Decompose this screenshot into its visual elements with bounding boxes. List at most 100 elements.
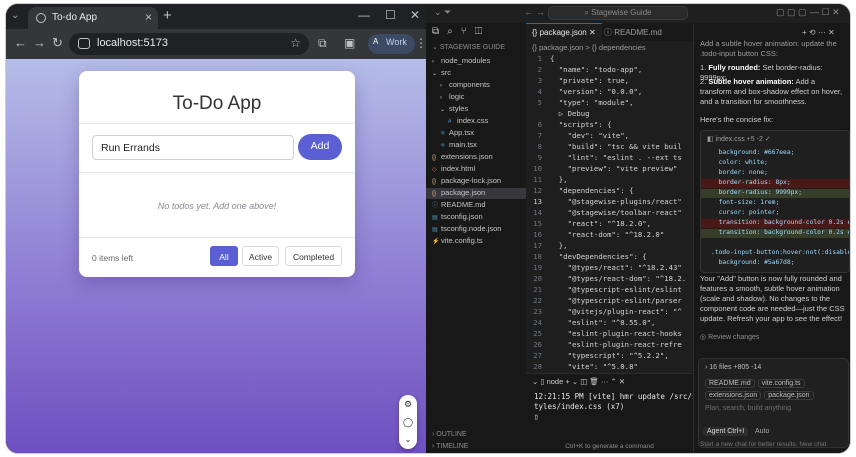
terminal-output[interactable]: 12:21:15 PM [vite] hmr update /src/s tyl… bbox=[534, 392, 697, 422]
tree-item[interactable]: ⚛ main.tsx bbox=[440, 140, 477, 151]
timeline-section[interactable]: › TIMELINE bbox=[432, 443, 468, 450]
code-line[interactable]: 4 "version": "0.0.0", bbox=[526, 87, 693, 98]
todo-input[interactable] bbox=[92, 135, 294, 160]
tree-item[interactable]: ⌄ styles bbox=[440, 104, 468, 115]
terminal-header[interactable]: ⌄ ▯ node + ⌄ ◫ 🗑 ··· ⌃ ✕ bbox=[532, 377, 625, 386]
filter-active-button[interactable]: Active bbox=[242, 246, 279, 266]
menu-icon[interactable]: ⌄ ⏷ bbox=[434, 7, 451, 18]
site-info-icon[interactable] bbox=[78, 38, 90, 49]
explorer-heading[interactable]: ⌄ STAGEWISE GUIDE bbox=[432, 43, 505, 51]
back-icon[interactable]: ← bbox=[14, 35, 27, 50]
code-line[interactable]: 5 "type": "module", bbox=[526, 98, 693, 109]
explorer-toolbar-icons[interactable]: ⧉⌕⑂◫ bbox=[432, 26, 490, 37]
line-number: 21 bbox=[533, 285, 542, 294]
nav-back-icon[interactable]: ← bbox=[524, 7, 533, 17]
new-chat-hint[interactable]: Start a new chat for better results. New… bbox=[700, 441, 826, 448]
code-line[interactable]: 17 }, bbox=[526, 241, 693, 252]
code-line[interactable]: 22 "@typescript-eslint/parser bbox=[526, 296, 693, 307]
maximize-icon[interactable]: ☐ bbox=[385, 8, 396, 22]
code-line[interactable]: 27 "typescript": "^5.2.2", bbox=[526, 351, 693, 362]
code-line[interactable]: 7 "dev": "vite", bbox=[526, 131, 693, 142]
code-line[interactable]: 9 "lint": "eslint . --ext ts bbox=[526, 153, 693, 164]
browser-tab[interactable]: To-do App × bbox=[28, 7, 158, 29]
agent-mode-selector[interactable]: Agent Ctrl+I bbox=[703, 427, 749, 436]
filter-all-button[interactable]: All bbox=[210, 246, 238, 266]
tree-item[interactable]: # index.css bbox=[448, 116, 488, 127]
nav-forward-icon[interactable]: → bbox=[536, 7, 545, 17]
code-line[interactable]: 2 "name": "todo-app", bbox=[526, 65, 693, 76]
tree-item[interactable]: {} extensions.json bbox=[432, 152, 493, 163]
tree-item[interactable]: ⚡ vite.config.ts bbox=[432, 236, 483, 247]
code-line[interactable]: 19 "@types/react": "^18.2.43" bbox=[526, 263, 693, 274]
context-chip[interactable]: README.md bbox=[705, 379, 755, 388]
code-line[interactable]: 16 "react-dom": "^18.2.0" bbox=[526, 230, 693, 241]
changed-files-summary[interactable]: › 16 files +805 -14 bbox=[705, 364, 761, 371]
filter-completed-button[interactable]: Completed bbox=[285, 246, 342, 266]
code-line[interactable]: 12 "dependencies": { bbox=[526, 186, 693, 197]
context-chip[interactable]: package.json bbox=[764, 391, 814, 400]
code-line[interactable]: 10 "preview": "vite preview" bbox=[526, 164, 693, 175]
tree-item[interactable]: ⚛ App.tsx bbox=[440, 128, 474, 139]
profile-button[interactable]: Work bbox=[368, 34, 415, 54]
chevron-down-icon[interactable]: ⌄ bbox=[399, 434, 417, 445]
tree-item[interactable]: ⓘ README.md bbox=[432, 200, 486, 211]
window-close-icon[interactable]: ✕ bbox=[410, 8, 420, 22]
code-line[interactable]: 28 "vite": "^5.0.8" bbox=[526, 362, 693, 373]
reload-icon[interactable]: ↻ bbox=[52, 35, 63, 51]
forward-icon[interactable]: → bbox=[33, 35, 46, 50]
diff-block[interactable]: ◧ index.css +5 -2 ✓ background: #667eea;… bbox=[700, 130, 850, 273]
tree-item-selected[interactable]: {} package.json bbox=[426, 188, 526, 199]
code-line[interactable]: 15 "react": "^18.2.0", bbox=[526, 219, 693, 230]
chat-input[interactable]: Plan, search, build anything bbox=[705, 405, 791, 412]
code-line[interactable]: 18 "devDependencies": { bbox=[526, 252, 693, 263]
address-bar[interactable]: localhost:5173 ☆ bbox=[69, 33, 309, 55]
new-tab-icon[interactable]: + bbox=[163, 7, 172, 24]
chat-bubble-icon[interactable]: ◯ bbox=[399, 417, 417, 428]
close-tab-icon[interactable]: × bbox=[145, 10, 152, 24]
code-line[interactable]: 3 "private": true, bbox=[526, 76, 693, 87]
chevron-right-icon: › bbox=[432, 59, 434, 65]
tab-package-json[interactable]: {} package.json ✕ bbox=[526, 23, 602, 41]
code-line[interactable]: ▷ Debug bbox=[526, 109, 693, 120]
line-number: 4 bbox=[537, 87, 542, 96]
context-chip[interactable]: extensions.json bbox=[705, 391, 762, 400]
layout-icon[interactable]: ▢ ▢ ▢ bbox=[776, 7, 807, 18]
chat-header-actions[interactable]: + ⟲ ··· ✕ bbox=[802, 28, 835, 37]
review-changes-link[interactable]: ◎ Review changes bbox=[700, 333, 759, 341]
tree-item[interactable]: {} package-lock.json bbox=[432, 176, 501, 187]
code-line[interactable]: 26 "eslint-plugin-react-refre bbox=[526, 340, 693, 351]
bookmark-star-icon[interactable]: ☆ bbox=[290, 36, 301, 50]
model-selector[interactable]: Auto bbox=[755, 428, 769, 435]
editor-window-controls-icon[interactable]: — ☐ ✕ bbox=[810, 7, 840, 18]
breadcrumb[interactable]: {} package.json > {} dependencies bbox=[532, 43, 646, 52]
minimize-icon[interactable]: — bbox=[358, 8, 370, 22]
context-chip[interactable]: vite.config.ts bbox=[757, 379, 805, 388]
tree-item[interactable]: ▤ tsconfig.json bbox=[432, 212, 483, 223]
code-line[interactable]: 6 "scripts": { bbox=[526, 120, 693, 131]
tree-item[interactable]: ▤ tsconfig.node.json bbox=[432, 224, 501, 235]
tab-readme[interactable]: ⓘ README.md bbox=[598, 23, 668, 41]
add-button[interactable]: Add bbox=[298, 134, 342, 160]
code-line[interactable]: 24 "eslint": "^8.55.0", bbox=[526, 318, 693, 329]
code-line[interactable]: 14 "@stagewise/toolbar-react" bbox=[526, 208, 693, 219]
command-center[interactable]: ⌕ Stagewise Guide bbox=[548, 6, 688, 20]
tree-item[interactable]: ◇ index.html bbox=[432, 164, 475, 175]
code-line[interactable]: 11 }, bbox=[526, 175, 693, 186]
tree-item[interactable]: › logic bbox=[440, 92, 464, 103]
code-line[interactable]: 21 "@typescript-eslint/eslint bbox=[526, 285, 693, 296]
code-line[interactable]: 13 "@stagewise-plugins/react" bbox=[526, 197, 693, 208]
code-line[interactable]: 25 "eslint-plugin-react-hooks bbox=[526, 329, 693, 340]
side-panel-icon[interactable]: ▣ bbox=[344, 36, 355, 50]
settings-icon[interactable]: ⚙ bbox=[399, 399, 417, 410]
tree-item[interactable]: › components bbox=[440, 80, 490, 91]
code-line[interactable]: 20 "@types/react-dom": "^18.2. bbox=[526, 274, 693, 285]
code-text: "@stagewise/toolbar-react" bbox=[550, 208, 682, 217]
code-line[interactable]: 8 "build": "tsc && vite buil bbox=[526, 142, 693, 153]
code-line[interactable]: 1{ bbox=[526, 54, 693, 65]
extensions-icon[interactable]: ⧉ bbox=[318, 36, 327, 51]
tree-item[interactable]: ⌄ src bbox=[432, 68, 451, 79]
code-line[interactable]: 23 "@vitejs/plugin-react": "^ bbox=[526, 307, 693, 318]
tab-search-icon[interactable]: ⌄ bbox=[11, 10, 19, 21]
tree-item[interactable]: › node_modules bbox=[432, 56, 490, 67]
outline-section[interactable]: › OUTLINE bbox=[432, 431, 467, 438]
